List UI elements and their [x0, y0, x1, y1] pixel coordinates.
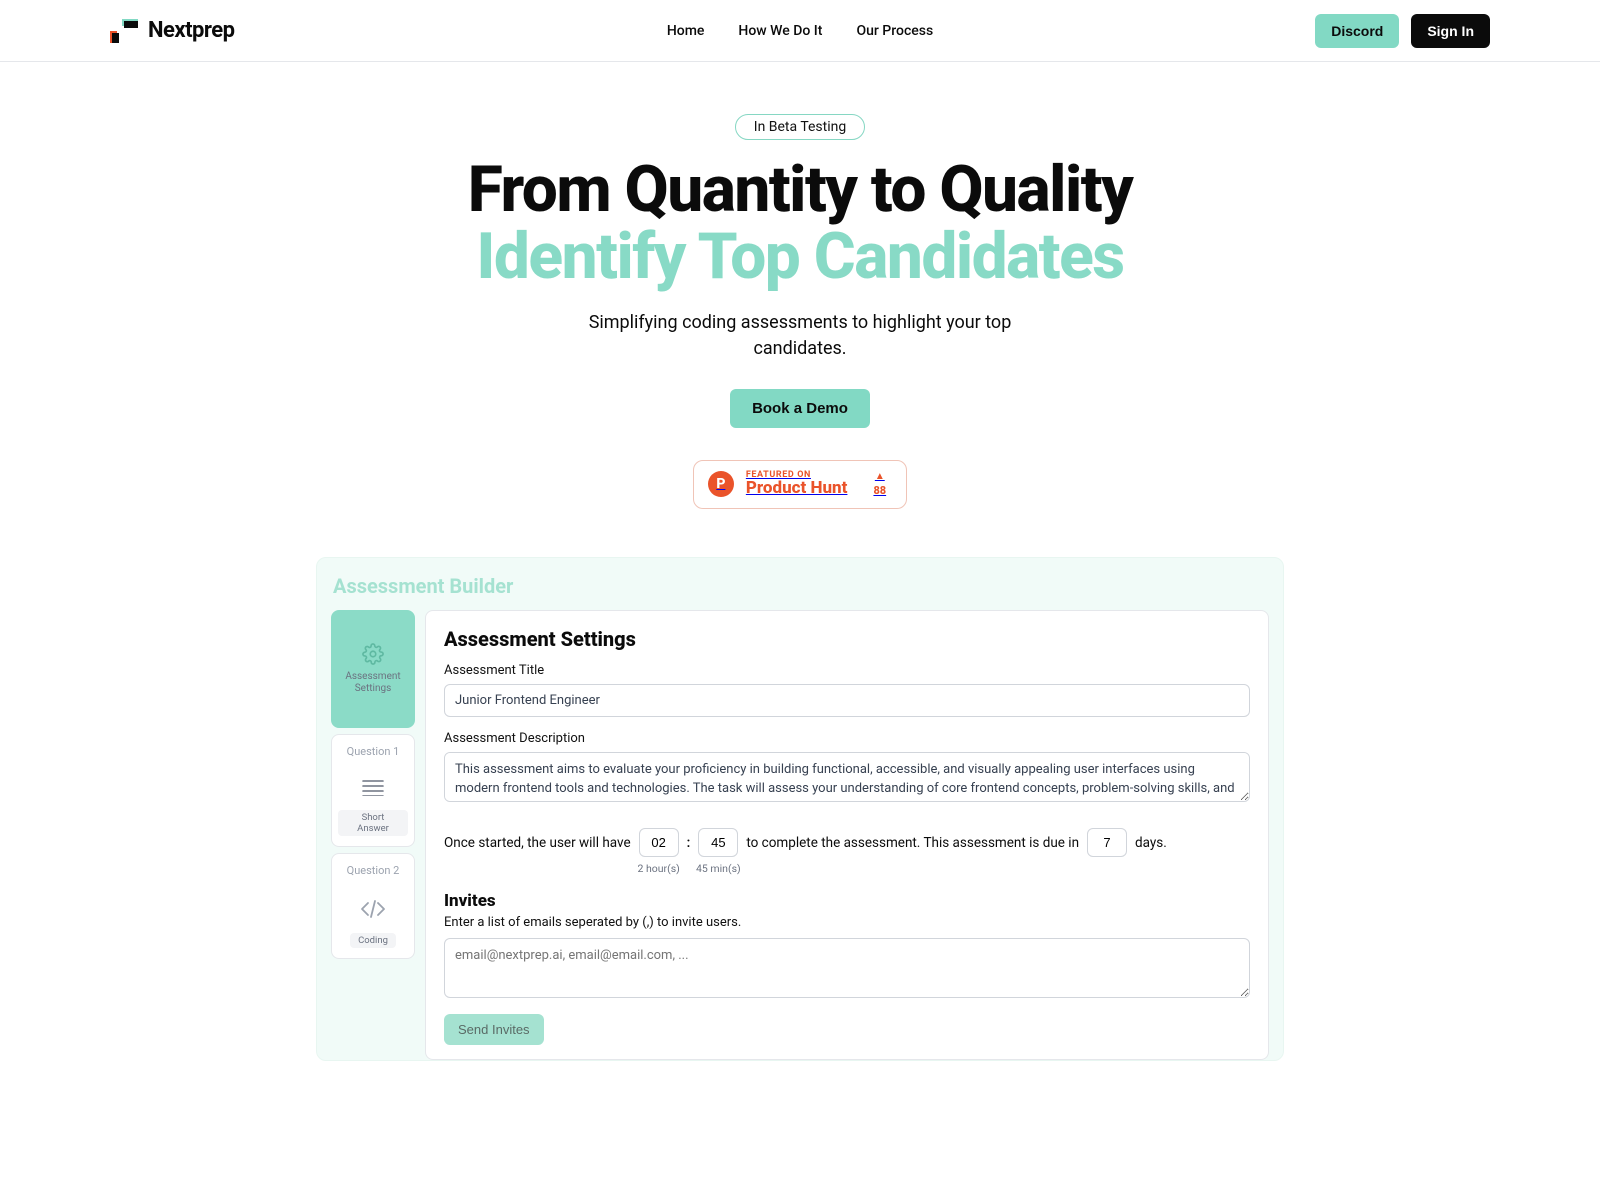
title-field-label: Assessment Title	[444, 663, 1250, 678]
time-mid-text: to complete the assessment. This assessm…	[746, 835, 1079, 851]
product-hunt-logo-icon: P	[708, 471, 734, 497]
product-hunt-count: 88	[873, 484, 886, 497]
time-prefix-text: Once started, the user will have	[444, 835, 631, 851]
logo-icon	[110, 19, 138, 43]
hero-title-line2: Identify Top Candidates	[0, 223, 1600, 290]
builder-sidebar: Assessment Settings Question 1 Short Ans…	[331, 610, 415, 959]
time-suffix-text: days.	[1135, 835, 1167, 851]
hero-title-line1: From Quantity to Quality	[468, 152, 1133, 227]
product-hunt-upvote: ▲ 88	[873, 472, 886, 497]
nav-our-process[interactable]: Our Process	[856, 23, 933, 39]
assessment-description-input[interactable]	[444, 752, 1250, 802]
question-number: Question 2	[347, 864, 400, 877]
short-answer-icon	[362, 780, 384, 796]
assessment-builder: Assessment Builder Assessment Settings Q…	[316, 557, 1284, 1061]
sidebar-item-settings[interactable]: Assessment Settings	[331, 610, 415, 728]
time-limit-row: Once started, the user will have 2 hour(…	[444, 828, 1250, 857]
assessment-title-input[interactable]	[444, 684, 1250, 717]
code-icon	[360, 899, 386, 919]
sidebar-item-label: Assessment Settings	[338, 671, 408, 696]
discord-button[interactable]: Discord	[1315, 14, 1399, 48]
beta-badge: In Beta Testing	[735, 114, 865, 140]
builder-title: Assessment Builder	[331, 574, 1269, 598]
hero-title: From Quantity to Quality Identify Top Ca…	[0, 156, 1600, 290]
hours-input[interactable]	[639, 828, 679, 857]
question-type-tag: Coding	[350, 933, 396, 948]
brand-name: Nextprep	[148, 18, 235, 43]
primary-nav: Home How We Do It Our Process	[667, 23, 933, 39]
settings-heading: Assessment Settings	[444, 627, 1250, 651]
invites-heading: Invites	[444, 891, 1250, 911]
gear-icon	[362, 643, 384, 665]
days-input[interactable]	[1087, 828, 1127, 857]
nav-home[interactable]: Home	[667, 23, 705, 39]
hours-subtext: 2 hour(s)	[637, 862, 679, 875]
app-header: Nextprep Home How We Do It Our Process D…	[0, 0, 1600, 62]
invites-instruction: Enter a list of emails seperated by (,) …	[444, 915, 1250, 930]
nav-how-we-do-it[interactable]: How We Do It	[738, 23, 822, 39]
builder-main-panel: Assessment Settings Assessment Title Ass…	[425, 610, 1269, 1060]
book-demo-button[interactable]: Book a Demo	[730, 389, 870, 428]
hero-subtitle: Simplifying coding assessments to highli…	[540, 310, 1060, 360]
product-hunt-text: FEATURED ON Product Hunt	[746, 471, 848, 498]
sidebar-item-question-1[interactable]: Question 1 Short Answer	[331, 734, 415, 847]
send-invites-button[interactable]: Send Invites	[444, 1014, 544, 1045]
product-hunt-badge[interactable]: P FEATURED ON Product Hunt ▲ 88	[693, 460, 907, 509]
triangle-up-icon: ▲	[873, 472, 886, 482]
minutes-subtext: 45 min(s)	[696, 862, 741, 875]
minutes-input[interactable]	[698, 828, 738, 857]
invite-emails-input[interactable]	[444, 938, 1250, 998]
sidebar-item-question-2[interactable]: Question 2 Coding	[331, 853, 415, 959]
description-field-label: Assessment Description	[444, 731, 1250, 746]
product-hunt-name: Product Hunt	[746, 480, 848, 498]
question-number: Question 1	[347, 745, 400, 758]
question-type-tag: Short Answer	[338, 810, 408, 836]
time-separator: :	[687, 835, 691, 851]
signin-button[interactable]: Sign In	[1411, 14, 1490, 48]
hero-section: In Beta Testing From Quantity to Quality…	[0, 62, 1600, 509]
header-actions: Discord Sign In	[1315, 14, 1490, 48]
brand-logo[interactable]: Nextprep	[110, 18, 235, 43]
